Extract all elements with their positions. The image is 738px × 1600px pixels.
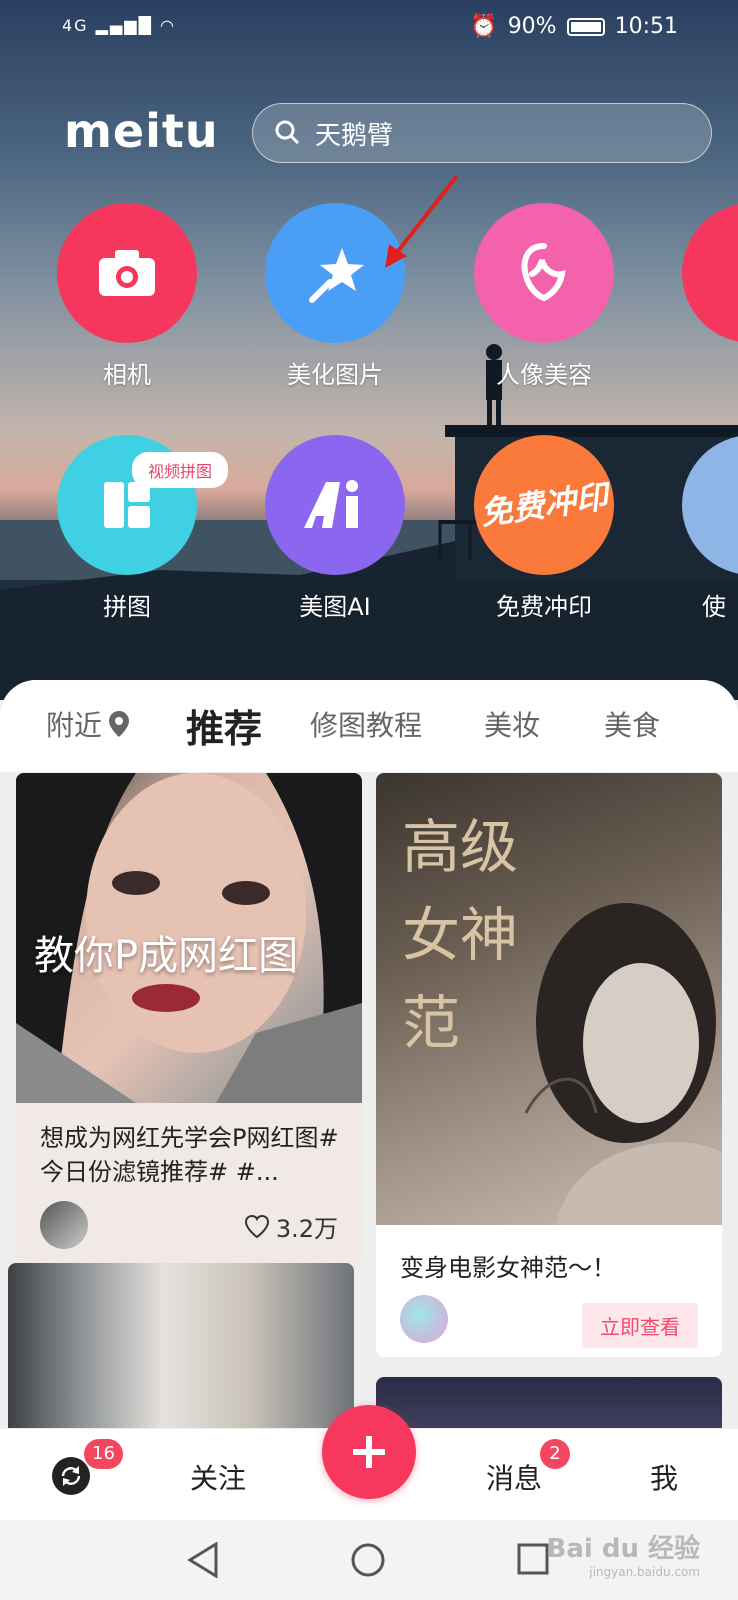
ai-button-circle	[265, 435, 405, 575]
plus-icon	[353, 1436, 385, 1468]
tool-label: 免费冲印	[496, 593, 592, 621]
tool-label: 拼图	[103, 593, 151, 621]
tab-makeup[interactable]: 美妆	[484, 704, 540, 744]
face-outline-icon	[521, 243, 566, 302]
category-tabs: 附近 推荐 修图教程 美妆 美食	[0, 680, 738, 772]
tool-label: 美化图片	[287, 361, 383, 389]
like-count: 3.2万	[275, 1215, 338, 1243]
tool-partial-right[interactable]	[682, 203, 738, 343]
search-placeholder: 天鹅臂	[315, 120, 394, 151]
video-collage-badge: 视频拼图	[132, 452, 229, 488]
card-cover-image: 高级女神范	[376, 773, 722, 1225]
meitu-logo: meitu	[64, 104, 219, 158]
free-print-icon: 免费冲印	[477, 477, 611, 533]
feed-card-partial[interactable]	[8, 1263, 354, 1430]
alarm-icon: ⏰	[470, 14, 498, 39]
bottom-tab-bar: 16 关注 消息 2 我	[0, 1405, 738, 1520]
like-counter[interactable]: 3.2万	[244, 1209, 338, 1244]
partial-tool-circle	[682, 203, 738, 343]
search-bar[interactable]: 天鹅臂	[252, 103, 712, 163]
card-overlay-text: 教你P成网红图	[34, 933, 299, 979]
home-icon[interactable]	[350, 1542, 386, 1578]
tool-label: 相机	[103, 361, 151, 389]
system-navigation-bar: Bai du 经验 jingyan.baidu.com	[0, 1520, 738, 1600]
view-now-button[interactable]: 立即查看	[582, 1303, 698, 1348]
tab-me[interactable]: 我	[650, 1457, 678, 1497]
tool-portrait-beauty[interactable]: 人像美容	[474, 203, 614, 390]
status-bar: 4G ▂▄▆█ ◠ ⏰ 90% 10:51	[0, 0, 738, 56]
free-print-button-circle: 免费冲印	[474, 435, 614, 575]
tool-partial-right-2[interactable]: 使	[682, 435, 738, 622]
refresh-icon[interactable]	[52, 1457, 90, 1495]
card-overlay-text: 高级女神范	[402, 813, 519, 1057]
battery-percent: 90%	[507, 14, 557, 39]
feed-card[interactable]: 高级女神范 变身电影女神范～！ 立即查看	[376, 773, 722, 1357]
signal-indicator: 4G ▂▄▆█ ◠	[62, 16, 176, 35]
camera-button-circle	[57, 203, 197, 343]
create-post-button[interactable]	[322, 1405, 416, 1499]
tab-nearby[interactable]: 附近	[46, 704, 130, 744]
tool-meitu-ai[interactable]: 美图AI	[265, 435, 405, 622]
author-avatar[interactable]	[40, 1201, 88, 1249]
feed-section: 附近 推荐 修图教程 美妆 美食 教你P成网红图 想成为网红先学会P网红图#今日…	[0, 680, 738, 1430]
heart-icon	[244, 1214, 269, 1238]
card-title: 想成为网红先学会P网红图#今日份滤镜推荐# #...	[40, 1124, 339, 1186]
beautify-button-circle	[265, 203, 405, 343]
tool-beautify-photo[interactable]: 美化图片	[265, 203, 405, 390]
tab-food[interactable]: 美食	[604, 704, 660, 744]
tab-follow[interactable]: 关注	[190, 1457, 246, 1497]
card-cover-image: 教你P成网红图	[16, 773, 362, 1103]
camera-icon	[99, 250, 155, 296]
tool-label: 使	[702, 593, 726, 621]
annotation-arrow	[385, 174, 459, 268]
back-icon[interactable]	[186, 1542, 220, 1578]
messages-badge: 2	[540, 1439, 570, 1469]
location-pin-icon	[109, 711, 130, 737]
tab-recommend[interactable]: 推荐	[186, 698, 262, 753]
tool-label: 美图AI	[299, 593, 371, 621]
ai-icon	[304, 480, 358, 528]
tab-photo-tutorials[interactable]: 修图教程	[310, 704, 422, 744]
card-title: 变身电影女神范～！	[400, 1254, 616, 1282]
recents-icon[interactable]	[516, 1542, 550, 1576]
search-icon	[273, 118, 303, 148]
magic-wand-icon	[309, 248, 364, 303]
tool-label: 人像美容	[496, 361, 592, 389]
feed-card-partial[interactable]	[376, 1377, 722, 1430]
battery-icon	[566, 17, 605, 36]
tab-messages[interactable]: 消息	[486, 1457, 542, 1497]
author-avatar[interactable]	[400, 1295, 448, 1343]
clock: 10:51	[614, 14, 678, 39]
refresh-badge: 16	[84, 1439, 123, 1469]
portrait-button-circle	[474, 203, 614, 343]
tool-camera[interactable]: 相机	[57, 203, 197, 390]
tool-free-print[interactable]: 免费冲印 免费冲印	[474, 435, 614, 622]
baidu-watermark: Bai du 经验 jingyan.baidu.com	[546, 1534, 701, 1579]
hero-background: 4G ▂▄▆█ ◠ ⏰ 90% 10:51 meitu 天鹅臂 相机 美化图片 …	[0, 0, 738, 700]
partial-tool-circle	[682, 435, 738, 575]
feed-card[interactable]: 教你P成网红图 想成为网红先学会P网红图#今日份滤镜推荐# #... 3.2万	[16, 773, 362, 1263]
